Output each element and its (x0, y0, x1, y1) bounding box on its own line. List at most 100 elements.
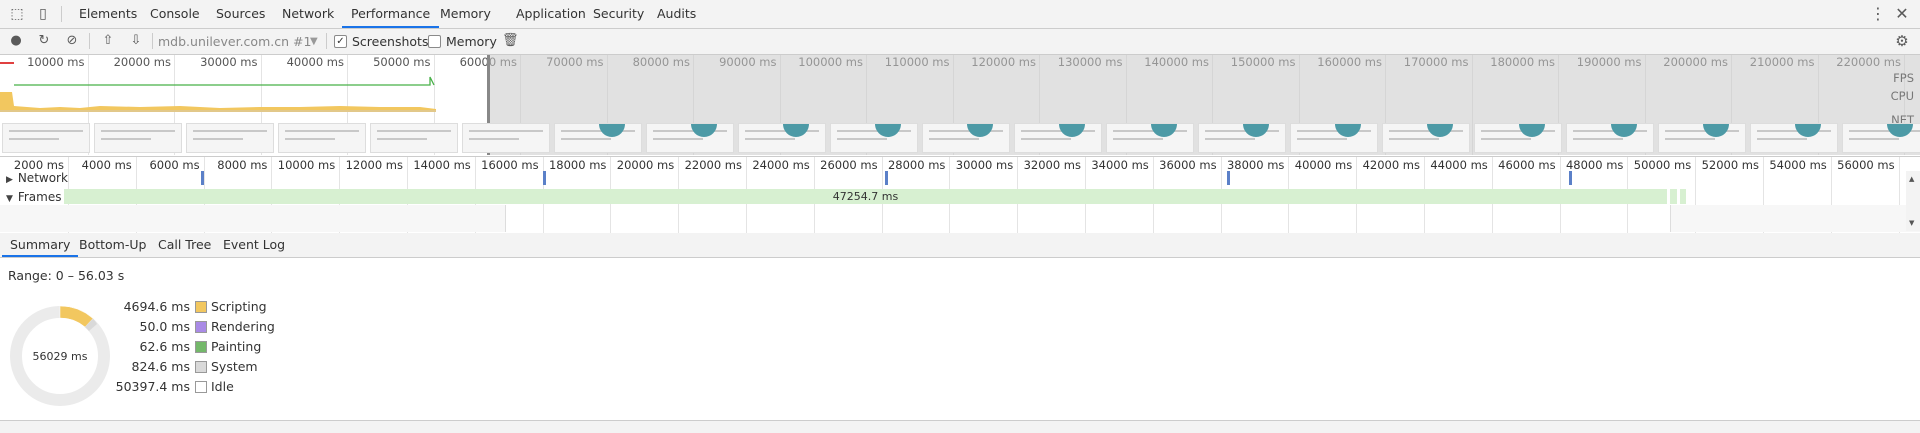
timeline-tick-label: 30000 ms (955, 158, 1014, 172)
screenshot-thumbnail[interactable] (94, 123, 182, 153)
details-tab-event-log[interactable]: Event Log (215, 233, 293, 257)
tab-audits[interactable]: Audits (648, 0, 705, 28)
screenshot-thumbnail[interactable] (1474, 123, 1562, 153)
timeline-tick-label: 24000 ms (752, 158, 810, 172)
timeline-tick-label: 46000 ms (1498, 158, 1556, 172)
category-name: Painting (211, 339, 262, 354)
screenshot-thumbnail[interactable] (278, 123, 366, 153)
profile-select[interactable]: mdb.unilever.com.cn #1 (158, 34, 311, 49)
screenshot-thumbnail[interactable] (1566, 123, 1654, 153)
settings-gear-icon[interactable]: ⚙ (1894, 33, 1910, 49)
screenshot-thumbnail[interactable] (830, 123, 918, 153)
network-track[interactable]: ▶ Network (0, 171, 68, 185)
category-color-swatch (195, 301, 207, 313)
tab-network[interactable]: Network (273, 0, 343, 28)
load-profile-icon[interactable]: ⇧ (100, 33, 116, 49)
screenshot-thumbnail[interactable] (1014, 123, 1102, 153)
devtools-tab-bar: ⬚ ▯ Elements Console Sources Network Perform… (0, 0, 1920, 29)
tab-application[interactable]: Application (507, 0, 595, 28)
screenshot-thumbnail[interactable] (1198, 123, 1286, 153)
inspect-element-icon[interactable]: ⬚ (9, 6, 25, 22)
frame-bar[interactable]: 47254.7 ms (64, 189, 1667, 204)
timeline-tick-label: 4000 ms (81, 158, 132, 172)
timeline-scrollbar[interactable]: ▲ ▼ (1906, 171, 1920, 231)
screenshot-thumbnail[interactable] (738, 123, 826, 153)
scroll-up-icon[interactable]: ▲ (1909, 175, 1914, 183)
trash-icon[interactable]: 🗑 (502, 33, 519, 49)
more-options-icon[interactable]: ⋮ (1870, 6, 1886, 22)
clear-icon[interactable]: ⊘ (64, 33, 80, 49)
details-tab-summary[interactable]: Summary (2, 233, 79, 257)
category-time: 62.6 ms (139, 339, 191, 354)
tab-sources[interactable]: Sources (207, 0, 274, 28)
screenshots-checkbox[interactable]: ✓ (334, 35, 347, 48)
screenshot-thumbnail[interactable] (186, 123, 274, 153)
cpu-label: CPU (1890, 89, 1914, 103)
timeline-tick-label: 32000 ms (1023, 158, 1081, 172)
details-tab-bottom-up[interactable]: Bottom-Up (71, 233, 154, 257)
timeline-tick-label: 38000 ms (1226, 158, 1285, 172)
reload-record-button[interactable]: ↻ (36, 33, 52, 49)
frames-track-label: Frames (17, 190, 62, 204)
timeline-tick-label: 6000 ms (149, 158, 200, 172)
screenshot-thumbnail[interactable] (922, 123, 1010, 153)
network-request-marker[interactable] (1569, 171, 1572, 185)
frames-track[interactable]: ▼ Frames (0, 190, 61, 204)
tab-memory[interactable]: Memory (431, 0, 500, 28)
details-tab-call-tree[interactable]: Call Tree (150, 233, 219, 257)
details-tab-bar: Summary Bottom-Up Call Tree Event Log (0, 233, 1920, 258)
tab-elements[interactable]: Elements (70, 0, 146, 28)
screenshot-thumbnail[interactable] (646, 123, 734, 153)
category-time: 50397.4 ms (115, 379, 190, 394)
summary-legend-row: 824.6 ms System (0, 357, 280, 377)
collapse-arrow-icon[interactable]: ▼ (6, 194, 14, 204)
network-request-marker[interactable] (1227, 171, 1230, 185)
timeline-overview[interactable]: 10000 ms 20000 ms 30000 ms 40000 ms 50000 ms… (0, 55, 1920, 155)
screenshot-thumbnail[interactable] (1382, 123, 1470, 153)
scroll-down-icon[interactable]: ▼ (1909, 219, 1914, 227)
summary-legend-row: 4694.6 ms Scripting (0, 297, 280, 317)
memory-label: Memory (446, 34, 497, 49)
main-timeline[interactable]: 2000 ms 4000 ms 6000 ms 8000 ms 10000 ms 1200… (0, 156, 1920, 234)
frame-duration-label: 47254.7 ms (832, 190, 899, 203)
screenshots-label: Screenshots (352, 34, 429, 49)
frame-bar[interactable] (1680, 189, 1686, 204)
tab-console[interactable]: Console (141, 0, 209, 28)
timeline-tick-label: 16000 ms (481, 158, 539, 172)
category-time: 824.6 ms (131, 359, 190, 374)
record-button[interactable]: ● (8, 33, 24, 49)
frame-bar[interactable] (1670, 189, 1677, 204)
network-request-marker[interactable] (201, 171, 204, 185)
screenshot-thumbnail[interactable] (554, 123, 642, 153)
screenshot-thumbnail[interactable] (2, 123, 90, 153)
network-track-label: Network (17, 171, 68, 185)
memory-checkbox[interactable] (428, 35, 441, 48)
chevron-down-icon[interactable]: ▼ (310, 36, 318, 47)
screenshot-thumbnail[interactable] (1290, 123, 1378, 153)
screenshot-thumbnail[interactable] (1658, 123, 1746, 153)
timeline-tick-label: 36000 ms (1159, 158, 1217, 172)
close-devtools-icon[interactable]: ✕ (1894, 6, 1910, 22)
summary-legend-row: 62.6 ms Painting (0, 337, 280, 357)
divider (61, 6, 62, 22)
expand-arrow-icon[interactable]: ▶ (6, 175, 14, 185)
category-name: Rendering (211, 319, 275, 334)
tab-performance[interactable]: Performance (342, 0, 440, 28)
category-color-swatch (195, 321, 207, 333)
screenshot-thumbnail[interactable] (1106, 123, 1194, 153)
save-profile-icon[interactable]: ⇩ (128, 33, 144, 49)
category-time: 4694.6 ms (123, 299, 190, 314)
network-request-marker[interactable] (885, 171, 888, 185)
timeline-tick-label: 8000 ms (217, 158, 268, 172)
tab-security[interactable]: Security (584, 0, 653, 28)
device-toolbar-icon[interactable]: ▯ (35, 6, 51, 22)
timeline-tick-label: 28000 ms (887, 158, 946, 172)
network-request-marker[interactable] (543, 171, 546, 185)
timeline-tick-label: 52000 ms (1701, 158, 1759, 172)
screenshot-thumbnail[interactable] (370, 123, 458, 153)
cpu-scripting-area (0, 92, 436, 110)
screenshot-thumbnail[interactable] (1750, 123, 1838, 153)
screenshot-thumbnail[interactable] (462, 123, 550, 153)
category-time: 50.0 ms (139, 319, 191, 334)
category-color-swatch (195, 381, 207, 393)
